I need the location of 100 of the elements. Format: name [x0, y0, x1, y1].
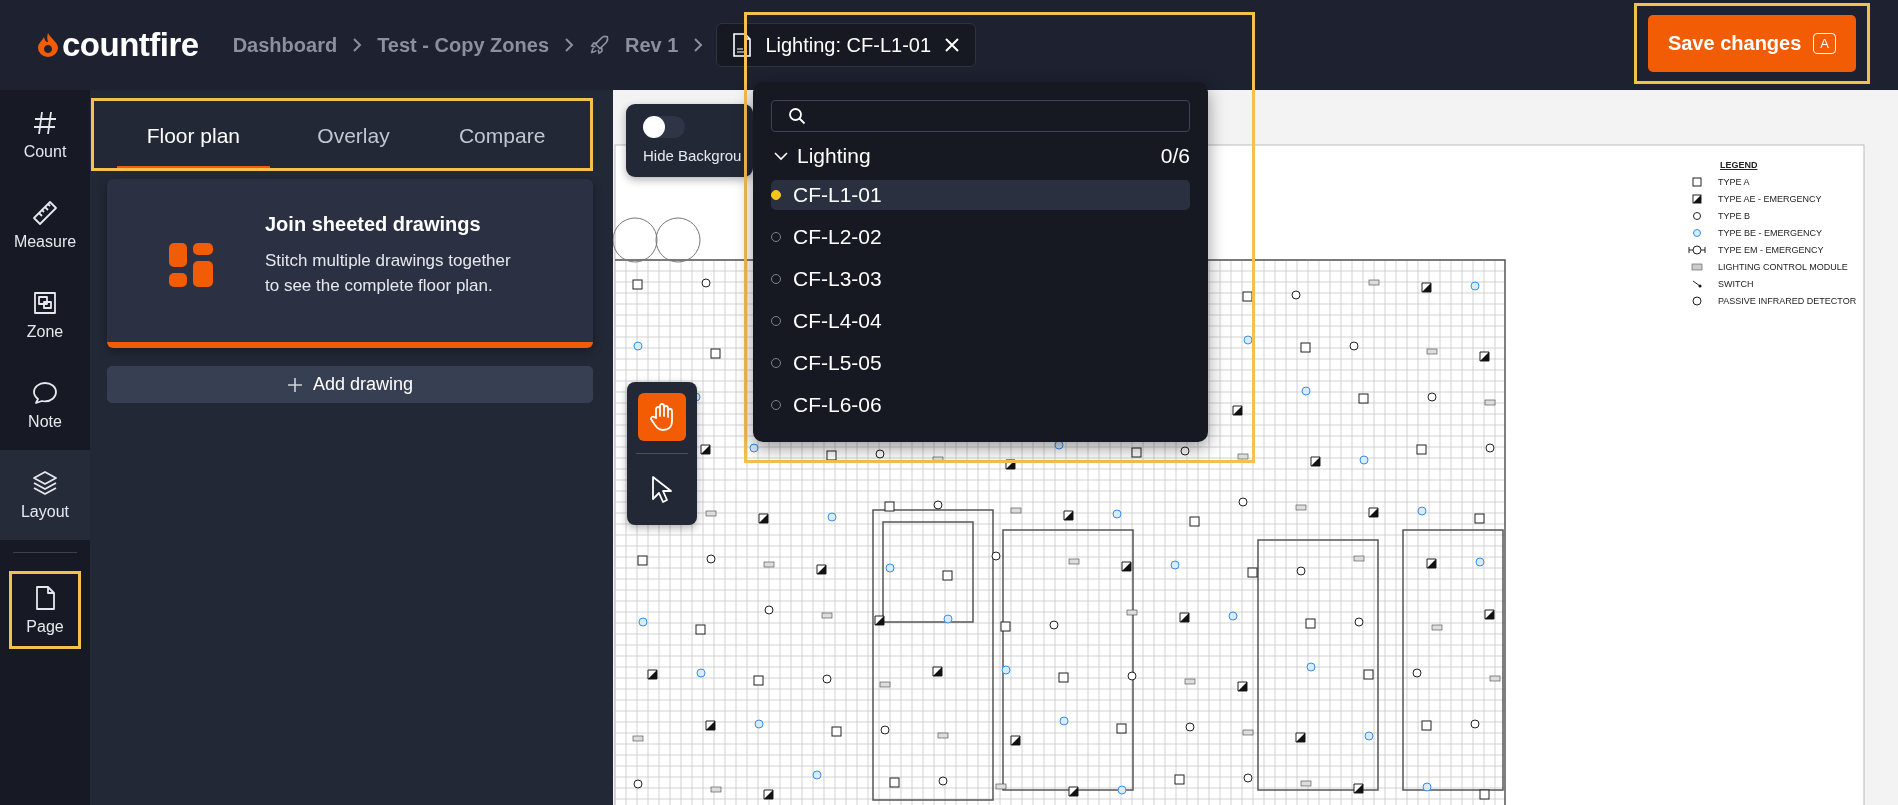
light-fixture-icon	[701, 278, 711, 288]
light-fixture-icon	[1416, 444, 1427, 455]
light-fixture-icon	[1127, 671, 1137, 681]
toggle-switch[interactable]	[643, 116, 685, 138]
speech-bubble-icon	[31, 379, 59, 407]
emergency-light-icon	[1295, 732, 1306, 743]
light-fixture-icon	[1474, 513, 1485, 524]
light-fixture-icon	[884, 501, 895, 512]
emergency-light-icon	[758, 513, 769, 524]
light-fixture-icon	[942, 570, 953, 581]
emergency-light-icon	[1001, 665, 1011, 675]
rocket-icon	[589, 34, 611, 56]
light-fixture-icon	[764, 605, 774, 615]
control-module-icon	[1068, 558, 1080, 565]
group-count: 0/6	[1160, 144, 1190, 168]
chevron-right-icon	[692, 36, 705, 54]
control-module-icon	[1484, 399, 1496, 406]
emergency-light-icon	[1368, 507, 1379, 518]
light-fixture-icon	[1116, 723, 1127, 734]
legend-label: TYPE B	[1718, 211, 1750, 221]
document-tab-label: Lighting: CF-L1-01	[765, 33, 932, 57]
tool-rail-item[interactable]: Layout	[0, 450, 90, 540]
panel-tab[interactable]: Overlay	[295, 105, 412, 168]
search-field[interactable]	[771, 100, 1190, 132]
tool-rail-item[interactable]: Note	[0, 360, 90, 450]
emergency-light-icon	[1475, 557, 1485, 567]
emergency-light-icon	[1063, 510, 1074, 521]
emergency-light-icon	[1426, 558, 1437, 569]
emergency-light-icon	[1306, 662, 1316, 672]
control-module-icon	[710, 786, 722, 793]
drawing-list-item[interactable]: CF-L3-03	[771, 264, 1190, 294]
light-fixture-icon	[706, 554, 716, 564]
emergency-light-icon	[1232, 405, 1243, 416]
light-fixture-icon	[633, 779, 643, 789]
tool-rail-item[interactable]: Zone	[0, 270, 90, 360]
emergency-light-icon	[816, 564, 827, 575]
add-drawing-button[interactable]: Add drawing	[107, 366, 593, 403]
emergency-light-icon	[1479, 351, 1490, 362]
emergency-light-icon	[885, 563, 895, 573]
control-module-icon	[632, 735, 644, 742]
pdf-file-icon	[731, 32, 754, 58]
light-fixture-icon	[1412, 668, 1422, 678]
drawing-list-item[interactable]: CF-L1-01	[771, 180, 1190, 210]
chevron-right-icon	[563, 36, 575, 54]
light-fixture-icon	[695, 624, 706, 635]
drawing-list-item[interactable]: CF-L4-04	[771, 306, 1190, 336]
cursor-arrow-icon	[649, 475, 675, 505]
emergency-light-icon	[1364, 731, 1374, 741]
breadcrumb-link[interactable]: Rev 1	[625, 33, 679, 57]
panel-tab[interactable]: Compare	[436, 105, 568, 168]
close-icon[interactable]	[943, 36, 962, 54]
panel-tab[interactable]: Floor plan	[116, 105, 271, 168]
light-fixture-icon	[1180, 446, 1190, 456]
emergency-light-icon	[1228, 611, 1238, 621]
light-fixture-icon	[1300, 342, 1311, 353]
light-fixture-icon	[1421, 720, 1432, 731]
control-module-icon	[1242, 729, 1254, 736]
control-module-icon	[1489, 675, 1501, 682]
chevron-right-icon	[351, 36, 364, 54]
emergency-light-icon	[1054, 440, 1064, 450]
drawing-list-item[interactable]: CF-L5-05	[771, 348, 1190, 378]
drawing-list-item[interactable]: CF-L2-02	[771, 222, 1190, 252]
emergency-light-icon	[696, 668, 706, 678]
light-fixture-icon	[1174, 774, 1185, 785]
tool-rail-item[interactable]: Count	[0, 90, 90, 180]
tool-rail-item[interactable]: Page	[9, 571, 81, 649]
emergency-light-icon	[1484, 609, 1495, 620]
drawing-list-item[interactable]: CF-L6-06	[771, 390, 1190, 420]
breadcrumb-link[interactable]: Test - Copy Zones	[377, 33, 549, 57]
control-module-icon	[1010, 507, 1022, 514]
emergency-light-icon	[1353, 783, 1364, 794]
light-fixture-icon	[880, 725, 890, 735]
hand-tool-button[interactable]	[638, 393, 686, 441]
light-fixture-icon	[1242, 291, 1253, 302]
light-fixture-icon	[1349, 341, 1359, 351]
light-fixture-icon	[710, 348, 721, 359]
light-fixture-icon	[991, 551, 1001, 561]
document-tab[interactable]: Lighting: CF-L1-01	[716, 23, 977, 67]
emergency-light-icon	[1421, 282, 1432, 293]
emergency-light-icon	[943, 614, 953, 624]
light-fixture-icon	[1358, 393, 1369, 404]
logo-text: countfire	[62, 26, 199, 64]
breadcrumb-link[interactable]: Dashboard	[232, 33, 338, 57]
control-module-icon	[995, 783, 1007, 790]
light-fixture-icon	[1058, 672, 1069, 683]
group-toggle[interactable]: Lighting	[771, 144, 871, 168]
legend-symbol-icon	[1688, 262, 1706, 272]
emergency-light-icon	[932, 666, 943, 677]
emergency-light-icon	[1112, 509, 1122, 519]
emergency-light-icon	[1359, 455, 1369, 465]
control-module-icon	[1295, 504, 1307, 511]
light-fixture-icon	[1479, 789, 1490, 800]
light-fixture-icon	[1000, 621, 1011, 632]
emergency-light-icon	[700, 444, 711, 455]
control-module-icon	[1184, 678, 1196, 685]
tool-rail-item[interactable]: Measure	[0, 180, 90, 270]
emergency-light-icon	[1417, 506, 1427, 516]
legend-label: TYPE AE - EMERGENCY	[1718, 194, 1822, 204]
flame-icon	[38, 33, 58, 57]
light-fixture-icon	[1354, 617, 1364, 627]
